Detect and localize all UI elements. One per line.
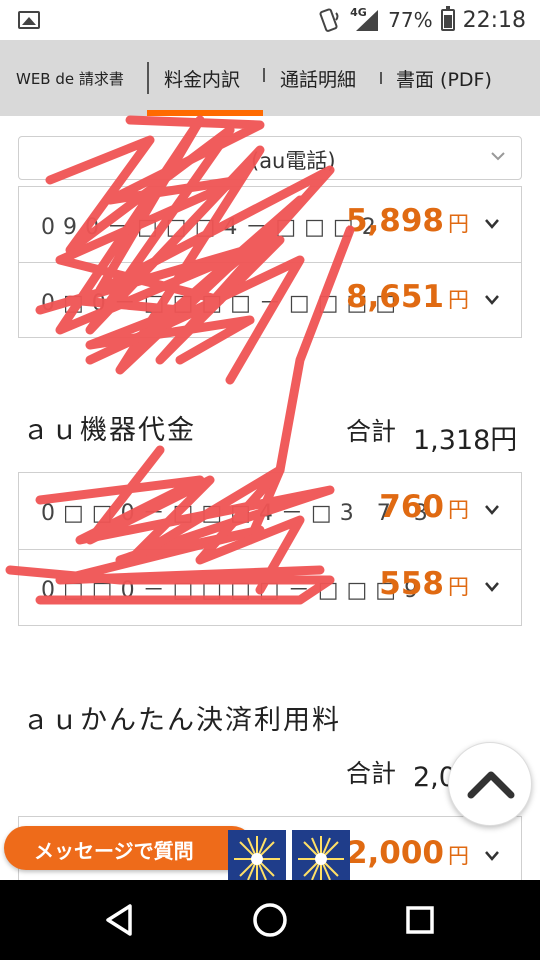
charge-amount: 760 円 [379,489,469,525]
amount-value: 760 [379,489,444,525]
tab-charge-breakdown[interactable]: 料金内訳 [164,40,240,116]
chevron-down-icon[interactable] [483,217,501,231]
amount-value: 8,651 [345,279,444,315]
chevron-up-icon [467,771,515,799]
message-button-label: メッセージで質問 [34,839,194,863]
scroll-to-top-button[interactable] [448,742,532,826]
amount-value: 558 [379,566,444,602]
charge-amount: 2,000 円 [346,835,469,871]
message-question-button[interactable]: メッセージで質問 [4,826,254,870]
yen-unit: 円 [448,212,469,236]
active-tab-indicator [147,110,263,116]
chevron-down-icon [491,152,505,161]
navigation-bar [0,880,540,960]
chevron-down-icon[interactable] [483,503,501,517]
tab-web-invoice[interactable]: WEB de 請求書 [16,40,124,116]
charge-amount: 558 円 [379,566,469,602]
device-charges-list: 0□□0－□□□4－□3 7 3 760 円 0□□0－□□□□－□□□9 55… [18,472,522,626]
tab-divider [263,68,265,82]
list-item[interactable]: 0□0－□□□□－□□□□ 8,651 円 [19,262,521,338]
list-item[interactable]: 090－□□□4－□□□2 5,898 円 [19,187,521,263]
yen-unit: 円 [448,498,469,522]
status-icons: 4G 77% 22:18 [316,6,526,34]
chevron-down-icon[interactable] [483,849,501,863]
line-select-value: (au電話) [251,149,336,173]
total-label: 合計 [346,417,397,446]
status-bar: 4G 77% 22:18 [0,0,540,40]
yen-unit: 円 [448,844,469,868]
list-item[interactable]: 0□□0－□□□4－□3 7 3 760 円 [19,473,521,549]
tab-divider [380,72,382,84]
total-value: 1,318円 [413,425,518,456]
clock: 22:18 [462,7,526,33]
tab-pdf[interactable]: 書面 (PDF) [396,40,492,116]
chevron-down-icon[interactable] [483,293,501,307]
back-icon[interactable] [100,900,140,940]
amount-value: 2,000 [345,835,444,871]
phone-number: 0□□0－□□□□－□□□9 [41,578,427,603]
tab-call-details[interactable]: 通話明細 [280,40,356,116]
tab-bar: WEB de 請求書 料金内訳 通話明細 書面 (PDF) [0,40,540,116]
charge-amount: 8,651 円 [346,279,469,315]
battery-percent: 77% [388,8,433,32]
phone-number: 0□□0－□□□4－□3 7 3 [41,501,436,526]
phone-number: 090－□□□4－□□□2 [41,215,384,240]
chevron-down-icon[interactable] [483,580,501,594]
yen-unit: 円 [448,288,469,312]
signal-icon: 4G [350,6,380,32]
line-select[interactable]: (au電話) [18,136,522,180]
amount-value: 5,898 [345,203,444,239]
section-title-device: ａｕ機器代金 [22,415,196,446]
charge-amount: 5,898 円 [346,203,469,239]
home-icon[interactable] [250,900,290,940]
yen-unit: 円 [448,575,469,599]
line-charges-list: 090－□□□4－□□□2 5,898 円 0□0－□□□□－□□□□ 8,65… [18,186,522,338]
total-label: 合計 [346,759,397,788]
recents-icon[interactable] [400,900,440,940]
section-title-kantan: ａｕかんたん決済利用料 [22,705,341,736]
image-notification-icon [18,11,40,29]
battery-icon [440,6,455,31]
phone-vibrate-icon [319,8,339,32]
list-item[interactable]: 0□□0－□□□□－□□□9 558 円 [19,549,521,625]
tab-divider [147,62,149,94]
